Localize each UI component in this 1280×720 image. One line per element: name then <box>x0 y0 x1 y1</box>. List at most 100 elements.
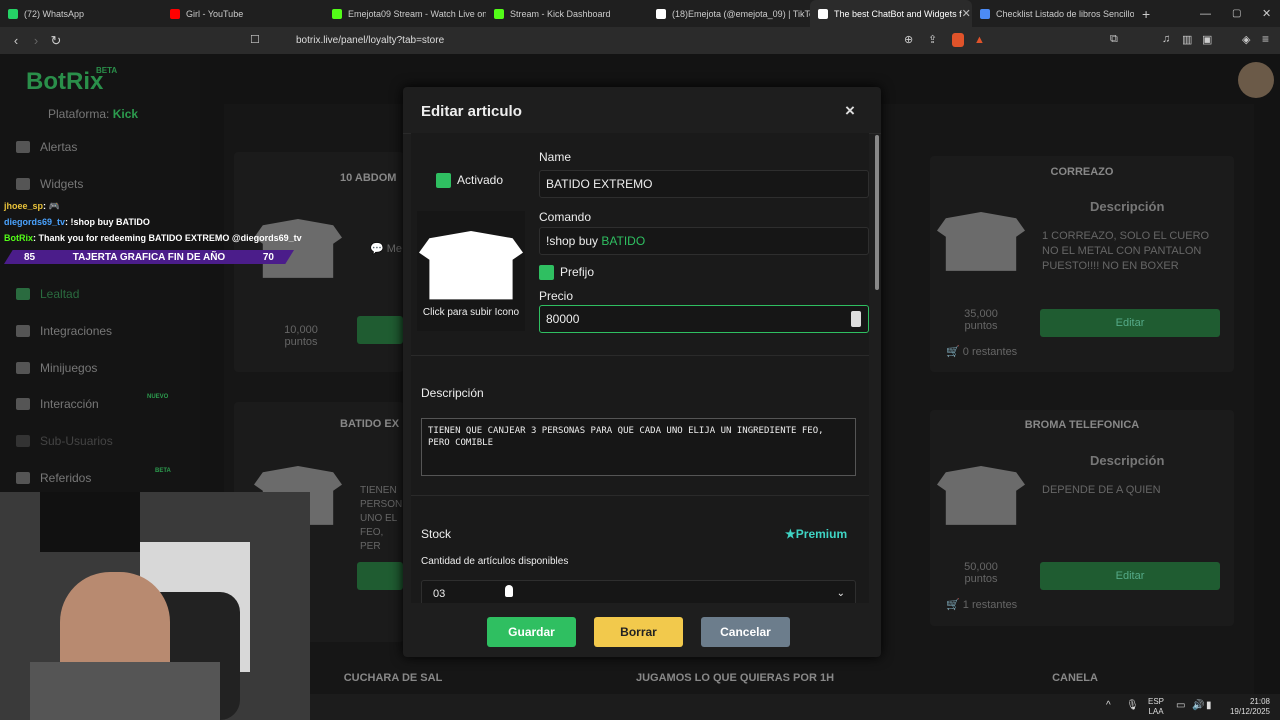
item-points: 10,000 puntos <box>284 324 318 348</box>
docs-icon <box>980 8 990 19</box>
sidebar-item-sub-usuarios[interactable]: Sub-Usuarios <box>16 434 113 448</box>
sidebar-item-widgets[interactable]: Widgets <box>16 177 83 191</box>
botrix-logo[interactable]: BotRix BETA <box>26 66 117 96</box>
delete-button[interactable]: Borrar <box>594 617 683 647</box>
youtube-icon <box>170 8 180 19</box>
chat-message: BotRix: Thank you for redeeming BATIDO E… <box>4 233 302 243</box>
mic-icon[interactable]: 🎙 <box>1126 700 1139 711</box>
sidebar-item-alertas[interactable]: Alertas <box>16 140 77 154</box>
chevron-up-icon[interactable]: ^ <box>1106 700 1111 711</box>
close-tab-icon[interactable]: ✕ <box>962 7 971 20</box>
edit-button[interactable]: Editar <box>1040 562 1220 590</box>
edit-button[interactable] <box>357 316 403 344</box>
brave-rewards-icon[interactable]: ▲ <box>974 34 985 46</box>
url-input[interactable]: botrix.live/panel/loyalty?tab=store <box>272 33 997 49</box>
item-points: 50,000 puntos <box>964 561 998 585</box>
avatar[interactable] <box>1238 62 1274 98</box>
command-input[interactable]: !shop buy BATIDO <box>539 227 869 255</box>
forward-icon[interactable]: › <box>26 33 46 48</box>
kick-icon <box>332 8 342 19</box>
back-icon[interactable]: ‹ <box>6 33 26 48</box>
price-input[interactable]: 80000 <box>539 305 869 333</box>
command-label: Comando <box>539 210 592 224</box>
tab-botrix[interactable]: The best ChatBot and Widgets f ✕ <box>810 0 972 27</box>
media-icon[interactable]: ♫ <box>1162 33 1170 45</box>
language-indicator[interactable]: ESP LAA <box>1148 697 1164 717</box>
reload-icon[interactable]: ↻ <box>46 33 66 49</box>
sidebar-item-minijuegos[interactable]: Minijuegos <box>16 361 97 375</box>
music-icon <box>16 398 30 410</box>
quantity-select[interactable]: 03 ⌄ <box>421 580 856 603</box>
card-description: DEPENDE DE A QUIEN <box>1042 484 1161 496</box>
tab-whatsapp[interactable]: (72) WhatsApp <box>0 0 162 27</box>
tab-kick-dashboard[interactable]: Stream - Kick Dashboard <box>486 0 648 27</box>
network-icon[interactable]: ▭ <box>1176 700 1185 711</box>
description-label: Descripción <box>421 386 484 400</box>
section-divider <box>411 495 869 496</box>
chat-message: diegords69_tv: !shop buy BATIDO <box>4 217 150 227</box>
chevron-down-icon: ⌄ <box>836 588 845 599</box>
star-icon: ★ <box>785 527 796 541</box>
sidebar-item-integraciones[interactable]: Integraciones <box>16 324 112 338</box>
share-icon[interactable]: ⇪ <box>928 33 937 46</box>
platform-indicator: Plataforma: Kick <box>48 107 139 121</box>
edit-button[interactable] <box>357 562 403 590</box>
price-label: Precio <box>539 289 574 303</box>
tab-tiktok[interactable]: (18)Emejota (@emejota_09) | TikTok <box>648 0 810 27</box>
whatsapp-icon <box>8 8 18 19</box>
brave-shield-icon[interactable] <box>952 33 964 47</box>
name-input[interactable]: BATIDO EXTREMO <box>539 170 869 198</box>
activated-checkbox[interactable] <box>436 173 451 188</box>
modal-scrollbar[interactable] <box>875 135 879 290</box>
description-textarea[interactable]: TIENEN QUE CANJEAR 3 PERSONAS PARA QUE C… <box>421 418 856 476</box>
webcam-feed <box>0 492 310 720</box>
clock[interactable]: 21:08 19/12/2025 <box>1210 697 1270 717</box>
beta-badge: BETA <box>155 468 171 474</box>
vpn-icon[interactable]: ◈ <box>1242 33 1250 46</box>
sidebar-item-lealtad[interactable]: Lealtad <box>16 287 79 301</box>
stream-goal-bar: 85 TAJERTA GRAFICA FIN DE AÑO 70 <box>4 250 294 264</box>
card-description: TIENEN PERSON UNO EL FEO, PER <box>360 485 403 552</box>
minimize-icon[interactable]: — <box>1200 8 1211 20</box>
number-stepper-icon[interactable] <box>851 311 861 327</box>
window-close-icon[interactable]: ✕ <box>1262 7 1271 20</box>
bookmark-icon[interactable]: ☐ <box>250 33 260 46</box>
upload-label: Click para subir Icono <box>422 307 520 318</box>
save-button[interactable]: Guardar <box>487 617 576 647</box>
kick-icon <box>494 8 504 19</box>
menu-icon[interactable]: ≡ <box>1262 32 1269 46</box>
gamepad-icon <box>16 362 30 374</box>
close-icon[interactable]: × <box>845 101 855 121</box>
warning-icon <box>16 141 30 153</box>
maximize-icon[interactable]: ▢ <box>1232 8 1241 19</box>
card-side-text: 💬 Me <box>370 243 403 255</box>
new-tab-button[interactable]: + <box>1134 6 1158 22</box>
modal-body: Activado Click para subir Icono Name BAT… <box>411 133 869 603</box>
card-title: CANELA <box>1052 672 1098 684</box>
address-bar: ‹ › ↻ ☐ botrix.live/panel/loyalty?tab=st… <box>0 27 1280 54</box>
cart-icon: 🛒 <box>946 346 960 358</box>
botrix-icon <box>818 8 828 19</box>
beta-badge: BETA <box>96 66 118 75</box>
stream-chat-overlay: jhoee_sp: 🎮 diegords69_tv: !shop buy BAT… <box>0 198 320 246</box>
volume-icon[interactable]: 🔊 <box>1192 700 1204 711</box>
card-title: 10 ABDOM <box>340 172 397 184</box>
prefix-checkbox[interactable] <box>539 265 554 280</box>
extensions-icon[interactable]: ⧉ <box>1110 33 1118 46</box>
sidebar-toggle-icon[interactable]: ▥ <box>1182 33 1192 46</box>
browser-tab-bar: (72) WhatsApp Girl - YouTube Emejota09 S… <box>0 0 1280 27</box>
zoom-icon[interactable]: ⊕ <box>904 33 913 46</box>
activated-label: Activado <box>457 173 504 187</box>
tab-youtube[interactable]: Girl - YouTube <box>162 0 324 27</box>
sidebar-item-interaccion[interactable]: Interacción <box>16 397 99 411</box>
tab-checklist[interactable]: Checklist Listado de libros Sencillo G <box>972 0 1134 27</box>
cancel-button[interactable]: Cancelar <box>701 617 790 647</box>
section-divider <box>411 355 869 356</box>
modal-title: Editar articulo <box>421 103 522 120</box>
edit-button[interactable]: Editar <box>1040 309 1220 337</box>
box-icon <box>937 466 1025 525</box>
tab-kick-stream[interactable]: Emejota09 Stream - Watch Live on K <box>324 0 486 27</box>
wallet-icon[interactable]: ▣ <box>1202 33 1212 46</box>
card-title: CUCHARA DE SAL <box>343 672 443 684</box>
sidebar-item-referidos[interactable]: Referidos <box>16 471 91 485</box>
